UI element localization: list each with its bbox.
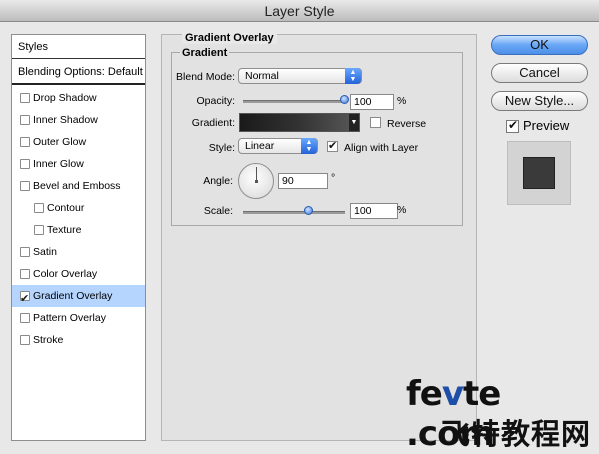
style-item-outer-glow[interactable]: Outer Glow [12,131,145,153]
angle-dial[interactable] [238,163,274,199]
scale-slider[interactable] [243,211,345,214]
opacity-slider[interactable] [243,100,345,103]
style-checkbox[interactable] [20,181,30,191]
style-checkbox[interactable] [20,247,30,257]
ok-button[interactable]: OK [491,35,588,55]
style-item-label: Drop Shadow [33,92,97,104]
opacity-label: Opacity: [196,95,235,107]
style-checkbox[interactable] [34,225,44,235]
style-item-drop-shadow[interactable]: Drop Shadow [12,87,145,109]
opacity-unit: % [397,95,407,107]
style-item-label: Texture [47,224,82,236]
style-item-inner-glow[interactable]: Inner Glow [12,153,145,175]
style-checkbox[interactable] [34,203,44,213]
align-with-layer-label: Align with Layer [344,142,419,154]
style-item-label: Stroke [33,334,64,346]
style-label: Style: [208,142,235,154]
styles-header[interactable]: Styles [12,35,145,59]
cancel-button[interactable]: Cancel [491,63,588,83]
style-item-inner-shadow[interactable]: Inner Shadow [12,109,145,131]
style-item-label: Pattern Overlay [33,312,106,324]
angle-center [255,180,258,183]
style-item-color-overlay[interactable]: Color Overlay [12,263,145,285]
style-checkbox[interactable] [20,313,30,323]
style-item-stroke[interactable]: Stroke [12,329,145,351]
gradient-group-title: Gradient [180,47,230,59]
style-item-contour[interactable]: Contour [12,197,145,219]
style-checkbox[interactable] [20,288,30,310]
style-item-bevel-and-emboss[interactable]: Bevel and Emboss [12,175,145,197]
style-checkbox[interactable] [20,335,30,345]
style-checkbox[interactable] [20,269,30,279]
blending-options-item[interactable]: Blending Options: Default [12,59,145,85]
align-with-layer-checkbox[interactable] [327,139,338,152]
blend-mode-select[interactable]: Normal ▲ ▼ [238,68,362,84]
preview-checkbox[interactable] [506,118,519,133]
new-style-button[interactable]: New Style... [491,91,588,111]
gradient-label: Gradient: [191,117,235,129]
scale-label: Scale: [203,205,233,217]
preview-label: Preview [523,118,570,133]
angle-label: Angle: [203,175,233,187]
style-checkbox[interactable] [20,137,30,147]
opacity-slider-knob[interactable] [340,95,349,104]
style-item-pattern-overlay[interactable]: Pattern Overlay [12,307,145,329]
style-item-label: Inner Shadow [33,114,98,126]
gradient-picker[interactable]: ▼ [239,113,360,132]
preview-square [523,157,555,189]
layer-style-dialog: Layer Style Styles Blending Options: Def… [0,0,599,454]
style-item-label: Color Overlay [33,268,98,280]
style-checkbox[interactable] [20,115,30,125]
reverse-label: Reverse [387,118,427,130]
angle-unit: ° [331,172,336,184]
dropdown-arrow-icon: ▼ [349,114,359,131]
style-checkbox[interactable] [20,93,30,103]
reverse-checkbox[interactable] [370,117,381,128]
style-value: Linear [245,140,275,152]
styles-list: Styles Blending Options: Default Drop Sh… [11,34,146,441]
style-item-satin[interactable]: Satin [12,241,145,263]
panel-title: Gradient Overlay [182,32,277,44]
blend-mode-value: Normal [245,70,279,82]
style-select[interactable]: Linear ▲ ▼ [238,138,318,154]
style-item-label: Bevel and Emboss [33,180,121,192]
style-checkbox[interactable] [20,159,30,169]
blend-mode-label: Blend Mode: [176,71,235,83]
style-item-label: Outer Glow [33,136,87,148]
style-item-label: Inner Glow [33,158,84,170]
select-arrows-icon: ▲ ▼ [301,138,317,154]
window-title: Layer Style [0,0,599,22]
angle-input[interactable]: 90 [278,173,328,189]
style-item-label: Contour [47,202,85,214]
style-item-label: Gradient Overlay [33,290,113,302]
style-item-label: Satin [33,246,57,258]
watermark-chinese: 飞特教程网 [441,417,592,451]
style-item-texture[interactable]: Texture [12,219,145,241]
select-arrows-icon: ▲ ▼ [345,68,361,84]
opacity-input[interactable]: 100 [350,94,394,110]
scale-unit: % [397,204,407,216]
scale-input[interactable]: 100 [350,203,398,219]
style-item-gradient-overlay[interactable]: Gradient Overlay [12,285,145,310]
preview-thumbnail [507,141,571,205]
